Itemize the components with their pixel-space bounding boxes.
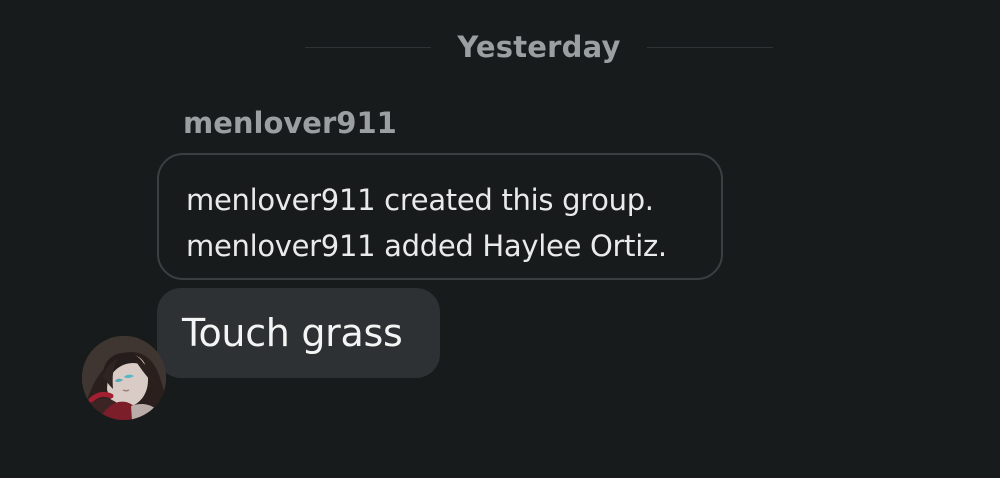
system-message-created: menlover911 created this group. xyxy=(186,183,654,217)
system-message-added: menlover911 added Haylee Ortiz. xyxy=(186,229,667,263)
date-divider-right-rule xyxy=(646,46,773,48)
date-divider: Yesterday xyxy=(305,24,773,70)
date-label: Yesterday xyxy=(457,30,621,64)
system-message-box: menlover911 created this group. menlover… xyxy=(157,153,723,280)
message-bubble[interactable]: Touch grass xyxy=(157,288,440,378)
user-avatar-icon[interactable] xyxy=(82,336,166,420)
date-divider-left-rule xyxy=(305,46,432,48)
message-text: Touch grass xyxy=(182,311,403,355)
sender-name[interactable]: menlover911 xyxy=(183,102,397,144)
